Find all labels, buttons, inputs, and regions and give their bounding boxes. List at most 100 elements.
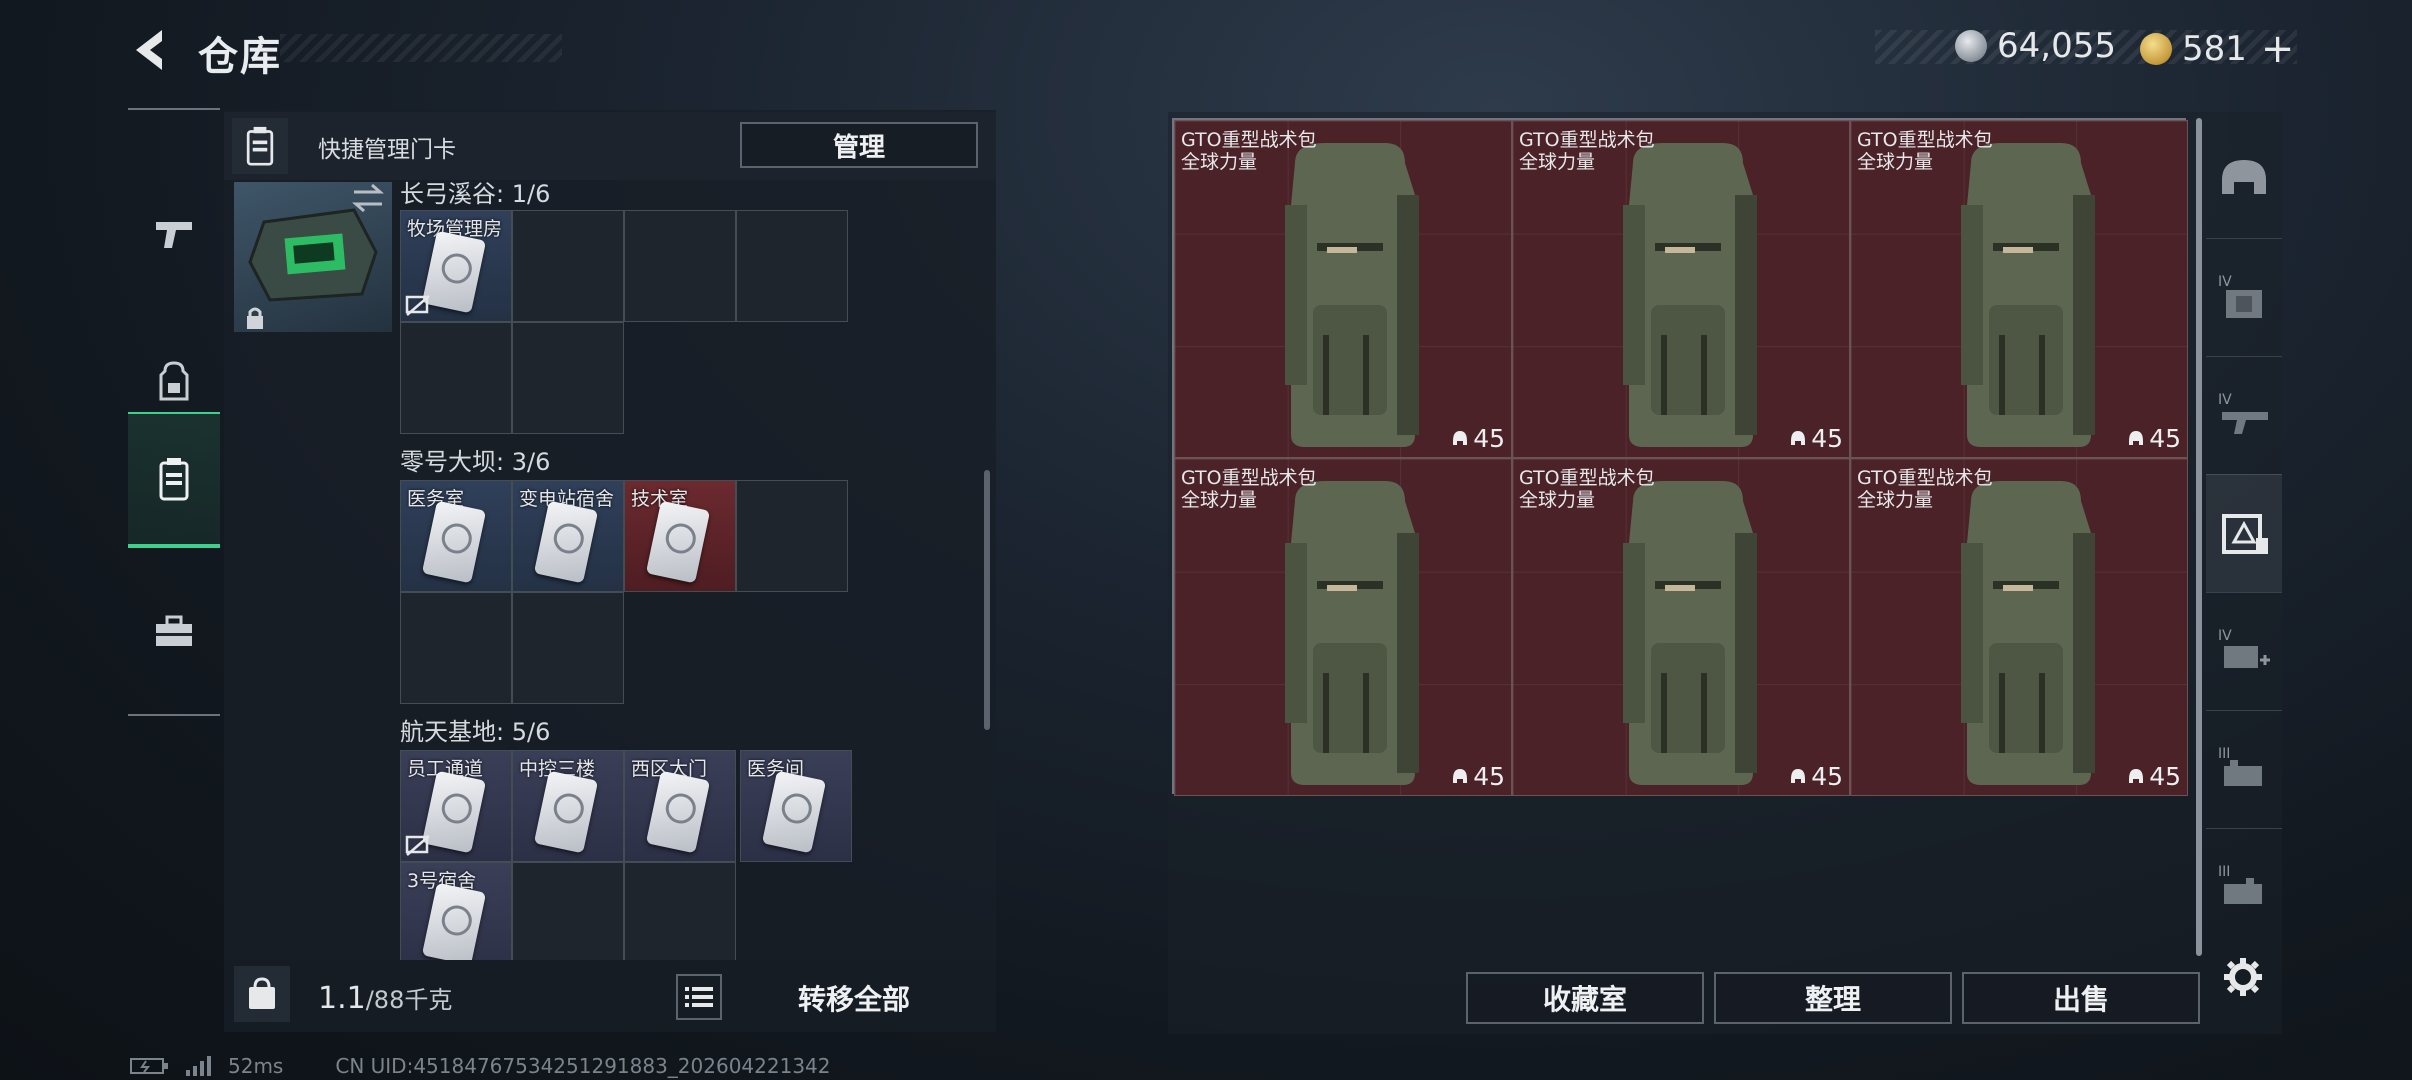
empty-slot[interactable] xyxy=(736,480,848,592)
item-cell[interactable]: GTO重型战术包 全球力量 45 xyxy=(1174,458,1512,796)
item-cell[interactable]: GTO重型战术包 全球力量 45 xyxy=(1174,120,1512,458)
empty-slot[interactable] xyxy=(512,210,624,322)
empty-slot[interactable] xyxy=(512,322,624,434)
keycard-slot[interactable]: 牧场管理房 xyxy=(400,210,512,322)
transfer-all-button[interactable]: 转移全部 xyxy=(760,978,948,1018)
gear-icon xyxy=(2224,958,2262,996)
tab-weapon-iv[interactable]: IV xyxy=(2206,356,2282,475)
keycard-grid-space-base: 员工通道 中控三楼 西区大门 3号宿舍 xyxy=(400,750,740,960)
add-currency-button[interactable]: + xyxy=(2261,26,2295,72)
item-subtitle: 全球力量 xyxy=(1857,489,1934,511)
back-arrow-icon xyxy=(136,30,162,70)
keycard-slot[interactable]: 3号宿舍 xyxy=(400,862,512,960)
sort-button[interactable]: 整理 xyxy=(1714,972,1952,1024)
empty-slot[interactable] xyxy=(624,210,736,322)
tab-medical-iv[interactable]: IV xyxy=(2206,592,2282,711)
keycard-image xyxy=(645,770,711,854)
manage-button[interactable]: 管理 xyxy=(740,122,978,168)
toolbox-icon xyxy=(156,615,192,646)
backpack-image xyxy=(1285,481,1419,785)
quick-manage-label: 快捷管理门卡 xyxy=(318,137,456,163)
silver-coin-icon xyxy=(1955,30,1987,62)
keycard-image xyxy=(533,770,599,854)
left-scrollbar[interactable] xyxy=(984,470,990,730)
keycard-slot[interactable]: 变电站宿舍 xyxy=(512,480,624,592)
item-subtitle: 全球力量 xyxy=(1181,489,1258,511)
svg-text:III: III xyxy=(2218,746,2230,762)
list-view-button[interactable] xyxy=(676,974,722,1020)
empty-slot[interactable] xyxy=(624,862,736,960)
backpack-image xyxy=(1961,143,2095,447)
tab-ammo-iii[interactable]: III xyxy=(2206,710,2282,829)
helmet-small-icon xyxy=(1453,430,1468,445)
backpack-image xyxy=(1961,481,2095,785)
item-cell[interactable]: GTO重型战术包 全球力量 45 xyxy=(1850,120,2188,458)
empty-slot[interactable] xyxy=(512,592,624,704)
weight-badge xyxy=(234,966,290,1022)
section-title-space-base: 航天基地: 5/6 xyxy=(400,718,551,746)
weight-capacity: /88千克 xyxy=(365,986,453,1014)
tab-keycards[interactable] xyxy=(2206,474,2282,593)
keycard-image xyxy=(761,770,827,854)
weapon-iv-icon: IV xyxy=(2218,392,2268,434)
battery-icon xyxy=(130,1058,168,1074)
item-subtitle: 全球力量 xyxy=(1857,151,1934,173)
keycard-slot[interactable]: 员工通道 xyxy=(400,750,512,862)
tab-helmets[interactable] xyxy=(2206,120,2282,239)
helmet-small-icon xyxy=(1453,768,1468,783)
collection-room-button[interactable]: 收藏室 xyxy=(1466,972,1704,1024)
settings-button[interactable] xyxy=(2222,956,2264,1002)
tab-ammo-iii-alt[interactable]: III xyxy=(2206,828,2282,946)
right-scrollbar[interactable] xyxy=(2196,118,2202,956)
keycard-slot[interactable]: 医务间 xyxy=(740,750,852,862)
item-qty: 45 xyxy=(1811,424,1843,453)
uid-text: CN UID:451847675342512918​83_20260422134… xyxy=(335,1054,831,1078)
empty-slot[interactable] xyxy=(512,862,624,960)
medical-iv-icon: IV xyxy=(2218,628,2270,668)
item-qty: 45 xyxy=(1473,762,1505,791)
backpack-image xyxy=(1285,143,1419,447)
keycard-image xyxy=(421,882,487,960)
keycard-case-icon xyxy=(159,458,189,501)
back-button[interactable] xyxy=(128,26,172,74)
keycard-grid-space-base-extra: 医务间 xyxy=(740,750,852,862)
sell-button[interactable]: 出售 xyxy=(1962,972,2200,1024)
keycard-case-badge xyxy=(232,118,288,174)
helmet-small-icon xyxy=(1791,430,1806,445)
item-cell[interactable]: GTO重型战术包 全球力量 45 xyxy=(1512,120,1850,458)
item-durability: 45 xyxy=(1451,762,1505,791)
keycard-slot[interactable]: 西区大门 xyxy=(624,750,736,862)
item-cell[interactable]: GTO重型战术包 全球力量 45 xyxy=(1512,458,1850,796)
item-durability: 45 xyxy=(1789,424,1843,453)
section-title-dam: 零号大坝: 3/6 xyxy=(400,448,551,476)
tab-armor-iv[interactable]: IV xyxy=(2206,238,2282,357)
page-title: 仓库 xyxy=(198,34,282,80)
empty-slot[interactable] xyxy=(400,592,512,704)
helmet-small-icon xyxy=(2129,768,2144,783)
keycard-image xyxy=(421,500,487,584)
empty-slot[interactable] xyxy=(400,322,512,434)
title-decoration xyxy=(280,34,562,62)
keycard-tab-icon xyxy=(2222,514,2268,554)
gun-icon xyxy=(156,222,192,248)
item-qty: 45 xyxy=(2149,762,2181,791)
empty-slot[interactable] xyxy=(736,210,848,322)
armor-iv-icon: IV xyxy=(2218,274,2262,318)
backpack-icon xyxy=(159,361,189,401)
no-display-icon xyxy=(405,295,430,316)
backpack-image xyxy=(1623,481,1757,785)
item-qty: 45 xyxy=(1473,424,1505,453)
swap-case-button[interactable] xyxy=(350,182,386,218)
item-cell[interactable]: GTO重型战术包 全球力量 45 xyxy=(1850,458,2188,796)
nav-keycards[interactable] xyxy=(128,412,220,548)
nav-weapons[interactable] xyxy=(128,170,220,300)
keycard-slot[interactable]: 医务室 xyxy=(400,480,512,592)
item-subtitle: 全球力量 xyxy=(1181,151,1258,173)
item-subtitle: 全球力量 xyxy=(1519,151,1596,173)
ammo-iii-alt-icon: III xyxy=(2218,864,2262,904)
keycard-slot[interactable]: 技术室 xyxy=(624,480,736,592)
keycard-slot[interactable]: 中控三楼 xyxy=(512,750,624,862)
currency-gold-value: 581 xyxy=(2182,29,2247,69)
nav-toolbox[interactable] xyxy=(128,566,220,696)
weight-readout: 1.1/88千克 xyxy=(318,980,452,1016)
